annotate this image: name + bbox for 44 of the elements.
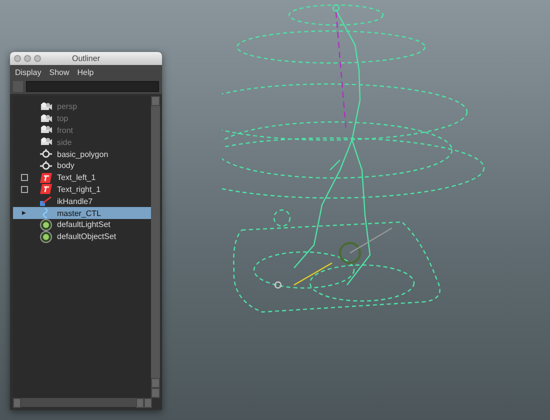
- menu-item[interactable]: Display: [15, 68, 42, 76]
- outliner-row[interactable]: master_CTL: [13, 207, 151, 219]
- checkbox[interactable]: [20, 174, 28, 182]
- row-label: master_CTL: [57, 208, 102, 218]
- outliner-row[interactable]: body: [13, 160, 151, 172]
- set-icon: [40, 218, 52, 231]
- transform-node-icon: [40, 149, 52, 160]
- zoom-button[interactable]: [34, 55, 41, 62]
- menu-item[interactable]: Help: [77, 68, 94, 76]
- row-label: side: [57, 138, 72, 147]
- horizontal-scrollbar[interactable]: [13, 398, 152, 407]
- row-label: front: [57, 126, 74, 135]
- window-title: Outliner: [72, 54, 100, 63]
- close-button[interactable]: [14, 55, 21, 62]
- checkbox[interactable]: [20, 186, 28, 193]
- ik-handle-icon: [40, 196, 52, 206]
- transform-node-icon: [40, 160, 52, 171]
- row-label: top: [57, 114, 68, 124]
- row-label: persp: [57, 102, 78, 112]
- outliner-row[interactable]: defaultObjectSet: [13, 230, 151, 243]
- text-node-icon: [40, 172, 52, 183]
- outliner-row[interactable]: basic_polygon: [13, 148, 151, 160]
- row-label: basic_polygon: [57, 150, 108, 159]
- filter-field[interactable]: [26, 81, 159, 92]
- set-icon: [40, 230, 52, 243]
- minimize-button[interactable]: [24, 55, 31, 62]
- outliner-row[interactable]: defaultLightSet: [13, 218, 151, 231]
- camera-icon: [40, 102, 52, 112]
- vertical-scrollbar[interactable]: [151, 96, 160, 398]
- outliner-row[interactable]: Text_right_1: [13, 184, 151, 196]
- row-label: Text_left_1: [57, 173, 96, 182]
- outliner-row[interactable]: ikHandle7: [13, 195, 151, 208]
- camera-icon: [40, 114, 52, 124]
- outliner-row[interactable]: Text_left_1: [13, 172, 151, 184]
- row-label: Text_right_1: [57, 184, 101, 194]
- camera-icon: [40, 125, 52, 136]
- row-label: defaultObjectSet: [57, 232, 116, 242]
- row-label: ikHandle7: [57, 196, 93, 206]
- expand-arrow-icon[interactable]: [22, 211, 26, 216]
- row-label: defaultLightSet: [57, 220, 110, 230]
- row-label: body: [57, 161, 74, 170]
- text-node-icon: [40, 184, 52, 194]
- camera-icon: [40, 137, 52, 148]
- menu-item[interactable]: Show: [49, 68, 70, 76]
